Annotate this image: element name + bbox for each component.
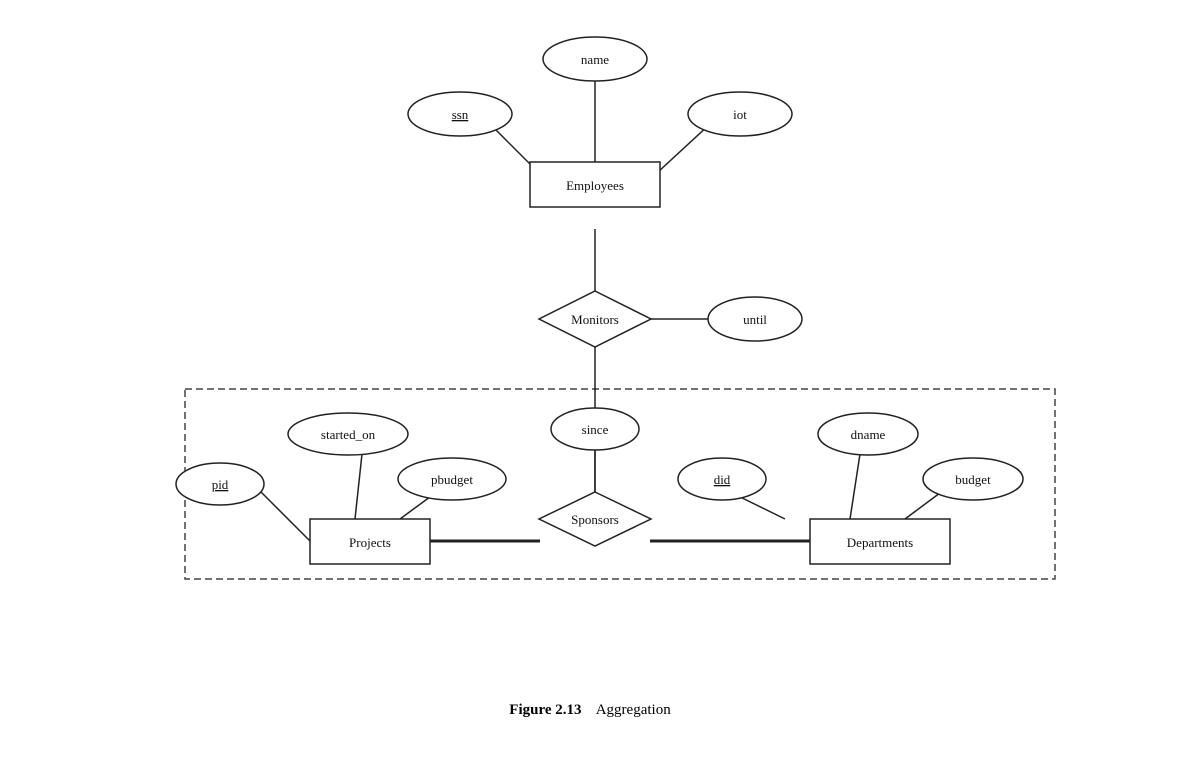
did-label: did <box>714 472 731 487</box>
diagram-container: text { font-family: 'Times New Roman', s… <box>90 29 1090 729</box>
figure-subtitle: Aggregation <box>596 702 671 718</box>
ssn-label: ssn <box>452 107 469 122</box>
until-label: until <box>743 312 767 327</box>
pid-label: pid <box>212 477 229 492</box>
since-label: since <box>582 422 609 437</box>
dname-label: dname <box>851 427 886 442</box>
name-label: name <box>581 52 609 67</box>
pbudget-label: pbudget <box>431 472 473 487</box>
employees-label: Employees <box>566 178 624 193</box>
monitors-label: Monitors <box>571 312 619 327</box>
departments-label: Departments <box>847 535 913 550</box>
figure-caption: Figure 2.13 Aggregation <box>509 702 670 719</box>
started-on-label: started_on <box>321 427 376 442</box>
projects-label: Projects <box>349 535 391 550</box>
iot-label: iot <box>733 107 747 122</box>
budget-label: budget <box>955 472 991 487</box>
figure-number: Figure 2.13 <box>509 702 581 718</box>
sponsors-label: Sponsors <box>571 512 619 527</box>
